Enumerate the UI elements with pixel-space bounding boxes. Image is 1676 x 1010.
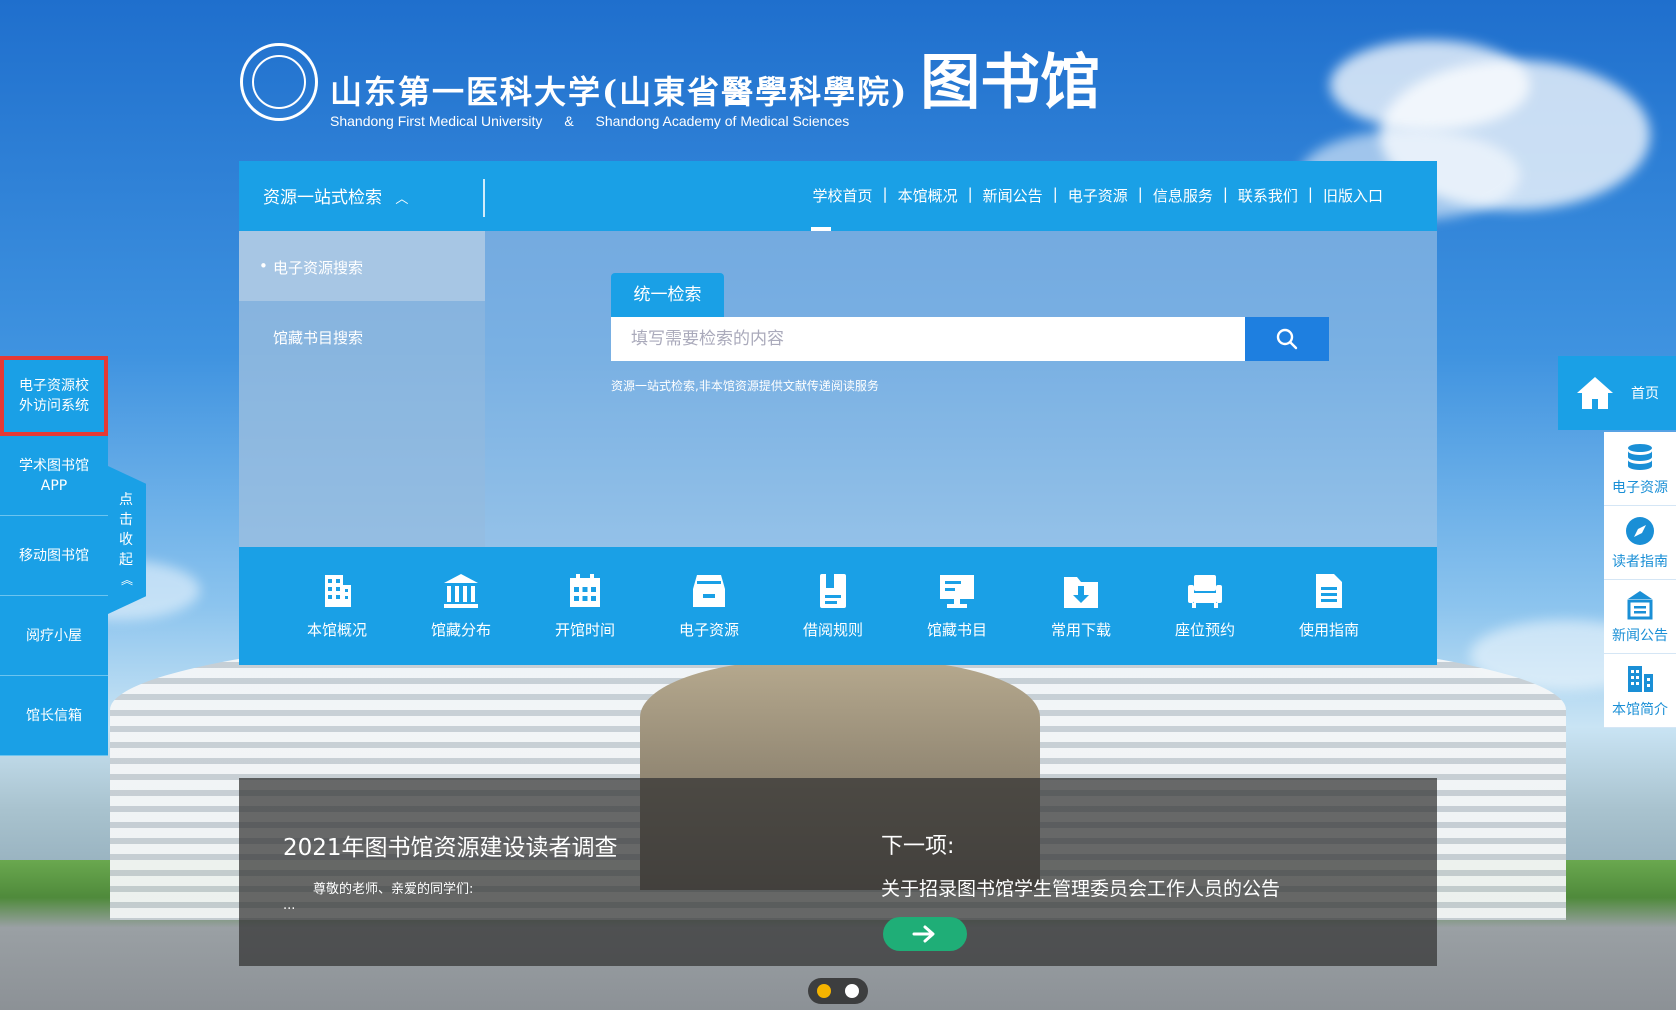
topbar-divider — [483, 179, 485, 217]
rsidebar-item-library-intro[interactable]: 本馆简介 — [1604, 654, 1676, 728]
double-chevron-up-icon: ︽ — [120, 573, 133, 587]
sidebar-item-academic-app[interactable]: 学术图书馆APP — [0, 436, 108, 516]
tab-eresource-search[interactable]: 电子资源搜索 — [259, 257, 363, 278]
left-float-sidebar: 电子资源校外访问系统 学术图书馆APP 移动图书馆 阅疗小屋 馆长信箱 — [0, 356, 108, 756]
nav-school-home[interactable]: 学校首页 — [813, 185, 873, 206]
news-carousel: 2021年图书馆资源建设读者调查 尊敬的老师、亲爱的同学们: ... 下一项: … — [239, 778, 1437, 966]
rsidebar-item-news[interactable]: 新闻公告 — [1604, 580, 1676, 654]
rsidebar-item-reader-guide[interactable]: 读者指南 — [1604, 506, 1676, 580]
university-seal-icon — [240, 42, 318, 121]
compass-icon — [1626, 516, 1654, 545]
onestop-search-toggle[interactable]: 资源一站式检索 ︿ — [263, 183, 408, 208]
quick-link-label: 借阅规则 — [802, 621, 863, 639]
search-note: 资源一站式检索,非本馆资源提供文献传递阅读服务 — [611, 379, 879, 393]
info-building-icon — [1628, 665, 1653, 692]
chevron-up-icon: ︿ — [395, 192, 409, 207]
quick-link-catalog[interactable]: 馆藏书目 — [895, 547, 1019, 665]
news-next-title[interactable]: 关于招录图书馆学生管理委员会工作人员的公告 — [881, 874, 1280, 901]
book-icon — [820, 574, 846, 608]
quick-link-rules[interactable]: 借阅规则 — [771, 547, 895, 665]
logo-title-library: 图书馆 — [920, 48, 1101, 118]
sidebar-item-label: 电子资源校外访问系统 — [19, 377, 89, 414]
nav-news[interactable]: 新闻公告 — [983, 185, 1043, 206]
sidebar-item-director-mailbox[interactable]: 馆长信箱 — [0, 676, 108, 756]
news-next-button[interactable] — [883, 917, 967, 951]
logo-title-en-1: Shandong First Medical University — [330, 113, 543, 129]
quick-link-label: 使用指南 — [1298, 621, 1359, 639]
nav-contact[interactable]: 联系我们 — [1238, 185, 1298, 206]
sidebar-item-label: 馆长信箱 — [26, 707, 82, 724]
top-navigation-bar: 资源一站式检索 ︿ 学校首页 | 本馆概况 | 新闻公告 | 电子资源 | 信息服务 | … — [239, 161, 1437, 231]
sidebar-item-label: 阅疗小屋 — [26, 627, 82, 644]
rsidebar-item-label: 新闻公告 — [1612, 627, 1668, 644]
rsidebar-item-label: 电子资源 — [1612, 479, 1668, 496]
search-icon — [1276, 328, 1298, 350]
quick-link-label: 馆藏分布 — [430, 621, 491, 639]
right-float-sidebar: 电子资源 读者指南 新闻公告 本馆简介 — [1604, 432, 1676, 728]
rsidebar-item-label: 读者指南 — [1612, 553, 1668, 570]
sidebar-item-offcampus-access[interactable]: 电子资源校外访问系统 — [0, 356, 108, 436]
site-logo[interactable]: 山东第一医科大学(山東省醫學科學院) 图书馆 Shandong First Me… — [240, 34, 1100, 129]
rsidebar-item-eresources[interactable]: 电子资源 — [1604, 432, 1676, 506]
collapse-label: 点击收起 — [119, 492, 133, 568]
search-button[interactable] — [1245, 317, 1329, 361]
logo-title-en-2: Shandong Academy of Medical Sciences — [595, 113, 850, 129]
nav-about[interactable]: 本馆概况 — [898, 185, 958, 206]
home-icon — [1577, 377, 1613, 409]
quick-link-label: 开馆时间 — [554, 621, 615, 639]
tab-catalog-search[interactable]: 馆藏书目搜索 — [273, 327, 363, 348]
quick-link-collection[interactable]: 馆藏分布 — [399, 547, 523, 665]
arrow-right-icon — [912, 925, 935, 943]
archive-box-icon — [693, 575, 725, 607]
calendar-icon — [570, 574, 600, 607]
building-icon — [325, 575, 351, 607]
float-home-button[interactable]: 首页 — [1558, 356, 1676, 430]
monitor-icon — [940, 575, 974, 608]
search-type-tabs: 电子资源搜索 馆藏书目搜索 — [239, 231, 485, 547]
seat-icon — [1188, 575, 1222, 608]
tab-unified-search[interactable]: 统一检索 — [611, 273, 724, 317]
sidebar-item-label: 移动图书馆 — [19, 547, 89, 564]
news-current-desc: 尊敬的老师、亲爱的同学们: — [313, 882, 474, 897]
carousel-dot-1[interactable] — [817, 984, 831, 998]
sidebar-item-reading-room[interactable]: 阅疗小屋 — [0, 596, 108, 676]
carousel-dot-2[interactable] — [845, 984, 859, 998]
rsidebar-item-label: 本馆简介 — [1612, 701, 1668, 718]
museum-icon — [444, 574, 478, 608]
quick-link-hours[interactable]: 开馆时间 — [523, 547, 647, 665]
quick-link-label: 常用下载 — [1050, 621, 1111, 639]
carousel-pagination — [808, 978, 868, 1004]
nav-eresources[interactable]: 电子资源 — [1068, 185, 1128, 206]
search-panel: 电子资源搜索 馆藏书目搜索 统一检索 资源一站式检索,非本馆资源提供文献传递阅读… — [239, 231, 1437, 547]
news-next-label: 下一项: — [881, 834, 955, 859]
quick-link-seats[interactable]: 座位预约 — [1143, 547, 1267, 665]
sidebar-item-mobile-library[interactable]: 移动图书馆 — [0, 516, 108, 596]
quick-link-label: 馆藏书目 — [926, 621, 987, 639]
news-ellipsis: ... — [283, 898, 296, 913]
quick-link-label: 座位预约 — [1174, 621, 1235, 639]
download-folder-icon — [1064, 577, 1098, 608]
quick-link-about[interactable]: 本馆概况 — [275, 547, 399, 665]
nav-info-service[interactable]: 信息服务 — [1153, 185, 1213, 206]
quick-link-label: 电子资源 — [678, 621, 739, 639]
quick-link-downloads[interactable]: 常用下载 — [1019, 547, 1143, 665]
document-icon — [1316, 574, 1342, 608]
main-nav: 学校首页 | 本馆概况 | 新闻公告 | 电子资源 | 信息服务 | 联系我们 | 旧版入口 — [812, 185, 1383, 206]
sidebar-collapse-toggle[interactable]: 点击收起 ︽ — [108, 466, 146, 614]
sidebar-item-label: 学术图书馆APP — [19, 457, 89, 494]
home-label: 首页 — [1631, 386, 1659, 402]
database-icon — [1628, 443, 1652, 470]
onestop-label: 资源一站式检索 — [263, 188, 382, 208]
news-icon — [1627, 590, 1653, 619]
news-current-title[interactable]: 2021年图书馆资源建设读者调查 — [283, 828, 618, 862]
quick-link-guide[interactable]: 使用指南 — [1267, 547, 1391, 665]
quick-links-bar: 本馆概况 馆藏分布 开馆时间 电子资源 借阅规则 馆藏书目 常用下载 座位预约 … — [239, 547, 1437, 665]
nav-old-version[interactable]: 旧版入口 — [1323, 185, 1383, 206]
search-input[interactable] — [611, 317, 1245, 361]
quick-link-eresources[interactable]: 电子资源 — [647, 547, 771, 665]
quick-link-label: 本馆概况 — [306, 621, 367, 639]
logo-title-cn: 山东第一医科大学(山東省醫學科學院) — [330, 73, 909, 111]
logo-title-en-amp: & — [564, 113, 574, 129]
